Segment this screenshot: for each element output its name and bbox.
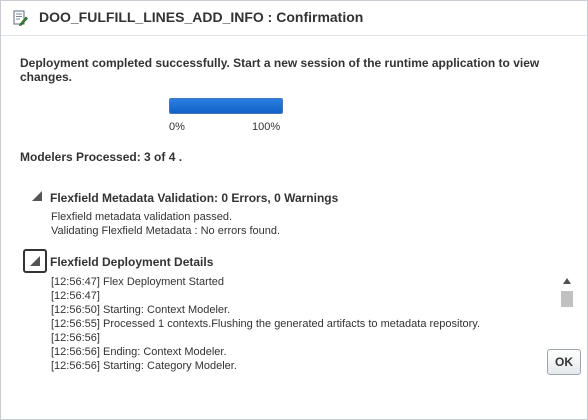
- dialog-title-bar: DOO_FULFILL_LINES_ADD_INFO : Confirmatio…: [1, 1, 587, 35]
- details-section-toggle[interactable]: [23, 249, 47, 273]
- log-line: [12:56:47]: [51, 290, 100, 302]
- dialog-content: Deployment completed successfully. Start…: [1, 35, 587, 420]
- deployment-message: Deployment completed successfully. Start…: [20, 56, 540, 84]
- validation-line: Flexfield metadata validation passed.: [51, 211, 232, 223]
- scroll-up-arrow-icon: [563, 278, 571, 284]
- deployment-log[interactable]: [12:56:47] Flex Deployment Started [12:5…: [49, 272, 575, 373]
- progress-fill: [170, 99, 282, 113]
- scroll-up-button[interactable]: [560, 275, 574, 287]
- log-line: [12:56:56]: [51, 332, 100, 344]
- progress-max-label: 100%: [252, 121, 281, 133]
- ok-button[interactable]: OK: [547, 349, 581, 375]
- log-line: [12:56:47] Flex Deployment Started: [51, 276, 225, 288]
- expanded-triangle-icon: [30, 256, 40, 266]
- dialog-title: DOO_FULFILL_LINES_ADD_INFO : Confirmatio…: [39, 9, 364, 25]
- validation-section-toggle[interactable]: [28, 187, 46, 205]
- progress-min-label: 0%: [169, 121, 185, 133]
- confirmation-dialog: DOO_FULFILL_LINES_ADD_INFO : Confirmatio…: [0, 0, 588, 420]
- validation-line: Validating Flexfield Metadata : No error…: [51, 225, 281, 237]
- log-line: [12:56:50] Starting: Context Modeler.: [51, 304, 231, 316]
- log-lines: [12:56:47] Flex Deployment Started [12:5…: [51, 275, 559, 373]
- validation-section-title[interactable]: Flexfield Metadata Validation: 0 Errors,…: [50, 191, 338, 205]
- progress-bar: [169, 98, 283, 114]
- scroll-thumb[interactable]: [561, 291, 573, 307]
- log-line: [12:56:56] Starting: Category Modeler.: [51, 360, 237, 372]
- log-line: [12:56:56] Ending: Context Modeler.: [51, 346, 227, 358]
- log-line: [12:56:55] Processed 1 contexts.Flushing…: [51, 318, 481, 330]
- details-section-title[interactable]: Flexfield Deployment Details: [50, 255, 213, 269]
- modelers-status: Modelers Processed: 3 of 4 .: [20, 150, 183, 164]
- expanded-triangle-icon: [32, 191, 42, 201]
- document-edit-icon: [12, 10, 28, 26]
